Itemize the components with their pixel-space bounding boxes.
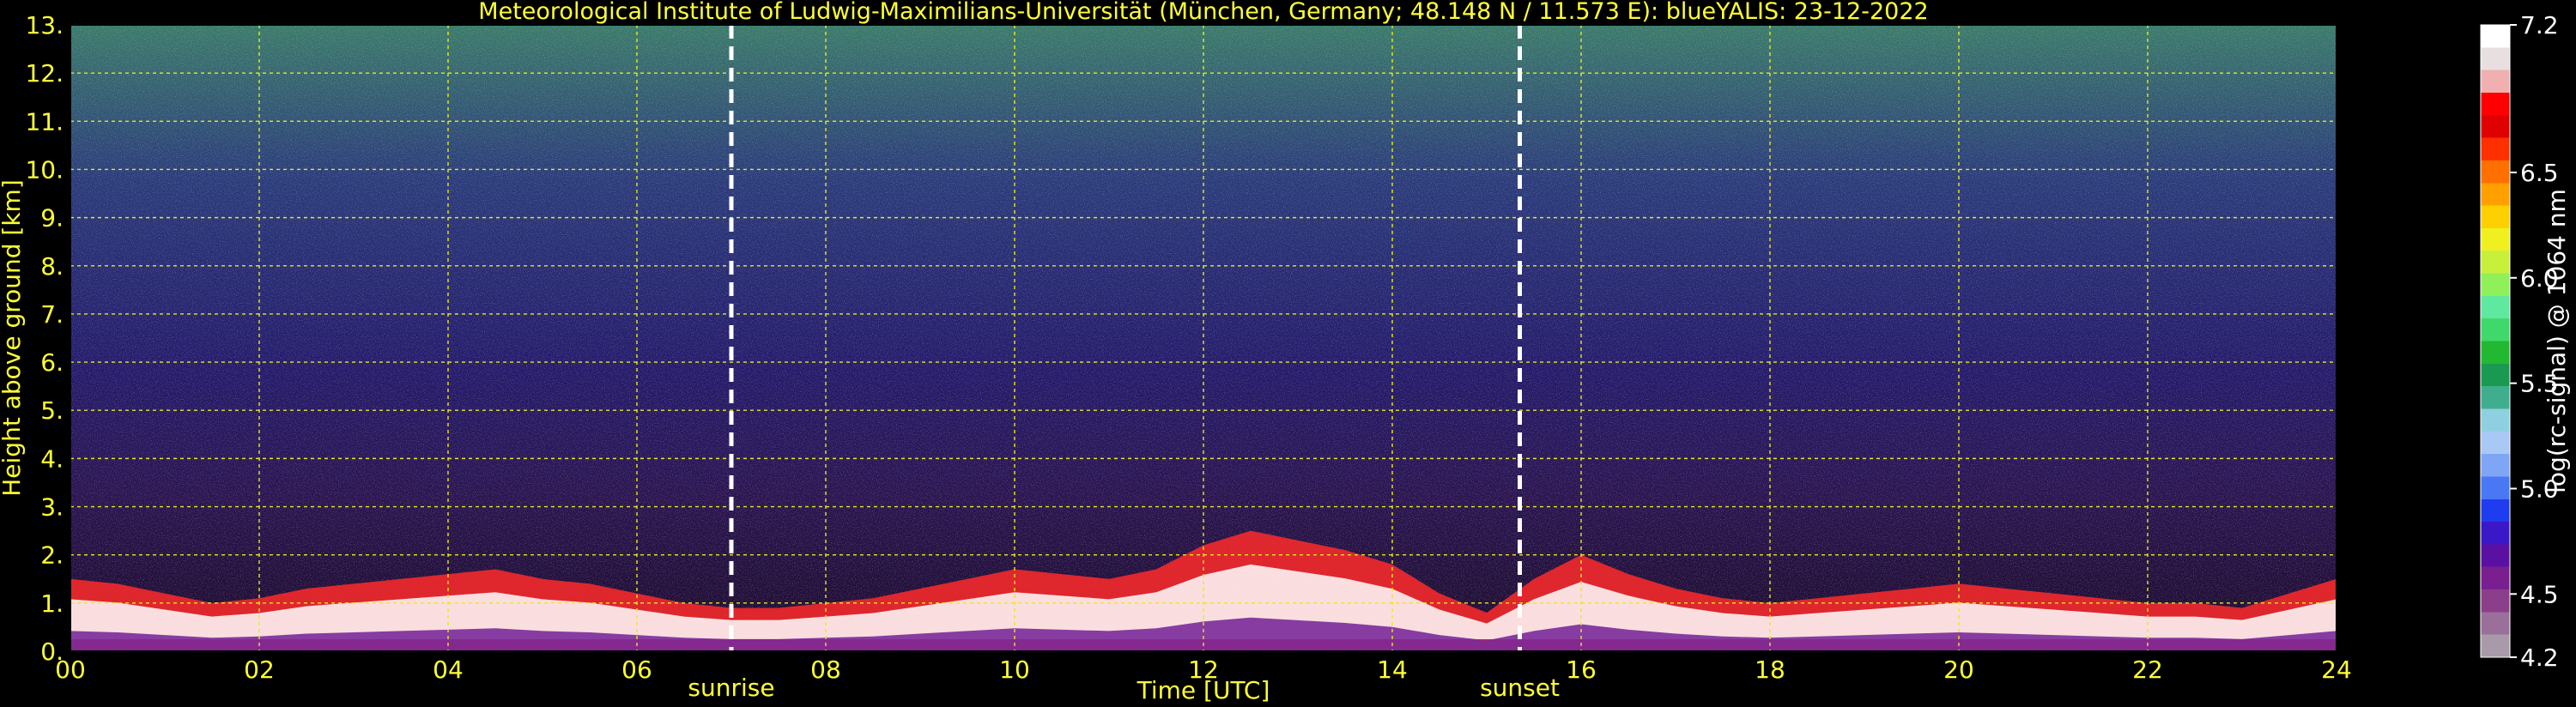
y-tick-label: 11.: [25, 107, 64, 136]
x-tick-label: 14: [1377, 656, 1408, 684]
x-tick-label: 20: [1943, 656, 1974, 684]
plot-area: [70, 25, 2337, 651]
colorbar-label: log(rc-signal) @ 1064 nm: [2543, 189, 2571, 493]
colorbar-tick-label: 7.2: [2520, 11, 2559, 39]
y-tick-label: 2.: [40, 541, 64, 570]
y-tick-label: 6.: [40, 348, 64, 377]
y-tick-label: 1.: [40, 589, 64, 618]
x-tick-label: 08: [810, 656, 841, 684]
sun-marker-label: sunrise: [688, 674, 774, 702]
x-tick-label: 16: [1566, 656, 1597, 684]
x-tick-label: 22: [2132, 656, 2163, 684]
y-tick-label: 7.: [40, 300, 64, 329]
y-axis-ticks: 0.1.2.3.4.5.6.7.8.9.10.11.12.13.: [25, 11, 64, 666]
chart-title: Meteorological Institute of Ludwig-Maxim…: [478, 0, 1928, 25]
colorbar-tick-label: 4.5: [2520, 580, 2559, 608]
x-tick-label: 02: [244, 656, 275, 684]
x-tick-label: 06: [621, 656, 652, 684]
y-tick-label: 8.: [40, 252, 64, 281]
x-tick-label: 24: [2321, 656, 2352, 684]
y-tick-label: 9.: [40, 204, 64, 233]
colorbar-tick-label: 4.2: [2520, 644, 2559, 672]
y-tick-label: 5.: [40, 396, 64, 425]
y-tick-label: 4.: [40, 444, 64, 473]
y-tick-label: 10.: [25, 155, 64, 184]
y-tick-label: 12.: [25, 59, 64, 88]
y-tick-label: 13.: [25, 11, 64, 39]
x-tick-label: 18: [1755, 656, 1785, 684]
y-tick-label: 3.: [40, 493, 64, 522]
x-axis-label: Time [UTC]: [1136, 676, 1270, 704]
x-tick-label: 04: [433, 656, 464, 684]
y-axis-label: Height above ground [km]: [0, 179, 26, 497]
lidar-chart: sunrise sunset 0.1.2.3.4.5.6.7.8.9.10.11.…: [0, 0, 2571, 704]
colorbar-tick-label: 6.5: [2520, 159, 2559, 187]
sun-marker-label: sunset: [1480, 674, 1560, 702]
colorbar: 7.26.56.05.55.04.54.2 log(rc-signal) @ 1…: [2480, 11, 2571, 672]
x-tick-label: 10: [999, 656, 1030, 684]
x-tick-label: 00: [55, 656, 86, 684]
